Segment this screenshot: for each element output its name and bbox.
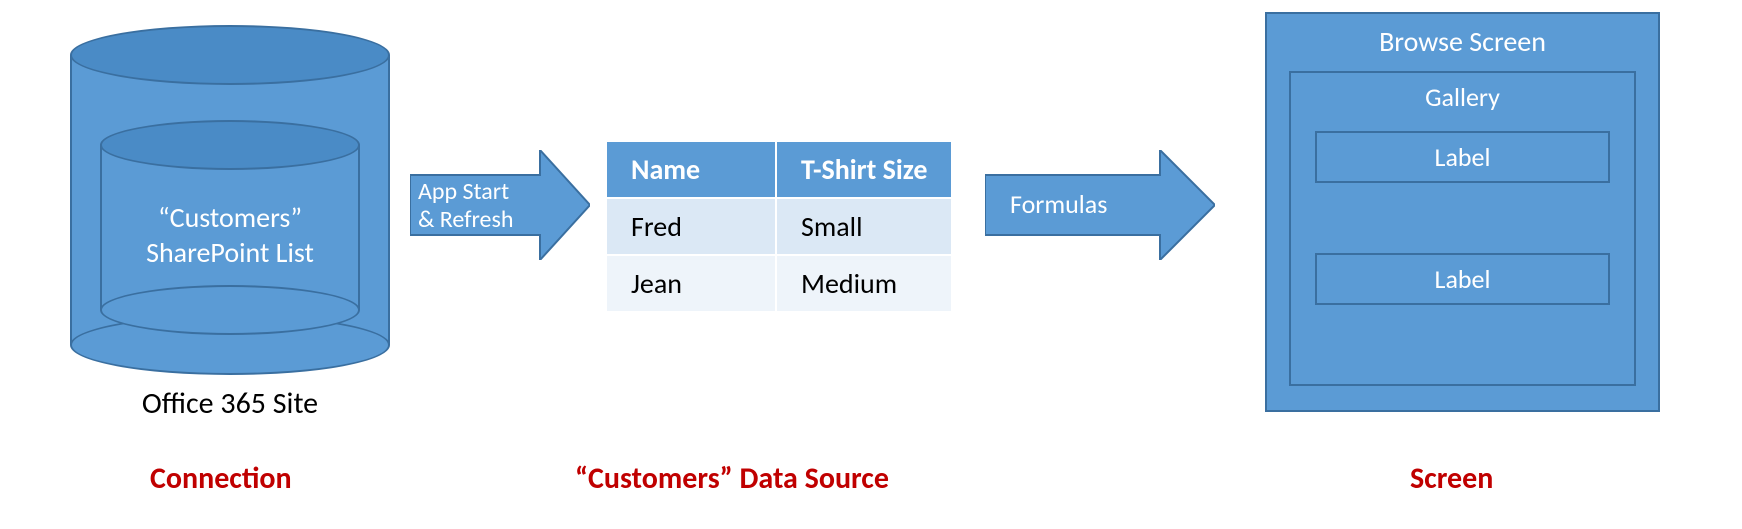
gallery-label-box: Label bbox=[1315, 253, 1610, 305]
arrow-formulas: Formulas bbox=[985, 150, 1215, 260]
gallery-label-text: Label bbox=[1435, 263, 1491, 295]
arrow2-label: Formulas bbox=[1010, 190, 1175, 220]
table-row: Fred Small bbox=[606, 198, 952, 255]
cell-name: Jean bbox=[606, 255, 776, 312]
browse-screen-box: Browse Screen Gallery Label Label bbox=[1265, 12, 1660, 412]
sharepoint-list-cylinder: “Customers” SharePoint List bbox=[100, 120, 360, 335]
cell-size: Medium bbox=[776, 255, 952, 312]
table-row: Jean Medium bbox=[606, 255, 952, 312]
sharepoint-list-label-line2: SharePoint List bbox=[146, 235, 314, 270]
section-caption-connection: Connection bbox=[150, 460, 292, 497]
arrow1-label: App Start & Refresh bbox=[418, 178, 550, 233]
arrow-app-start-refresh: App Start & Refresh bbox=[410, 150, 590, 260]
office365-site-caption: Office 365 Site bbox=[70, 385, 390, 422]
gallery-box: Gallery Label Label bbox=[1289, 71, 1636, 386]
browse-screen-title: Browse Screen bbox=[1267, 14, 1658, 65]
col-header-size: T-Shirt Size bbox=[776, 141, 952, 198]
diagram-stage: “Customers” SharePoint List Office 365 S… bbox=[0, 0, 1742, 529]
arrow1-label-line1: App Start bbox=[418, 177, 509, 206]
sharepoint-list-label-line1: “Customers” bbox=[158, 200, 302, 235]
sharepoint-list-label: “Customers” SharePoint List bbox=[100, 200, 360, 270]
arrow1-label-line2: & Refresh bbox=[418, 205, 513, 234]
section-caption-screen: Screen bbox=[1410, 460, 1493, 497]
gallery-label-box: Label bbox=[1315, 131, 1610, 183]
table-header-row: Name T-Shirt Size bbox=[606, 141, 952, 198]
cell-size: Small bbox=[776, 198, 952, 255]
gallery-label-text: Label bbox=[1435, 141, 1491, 173]
customers-data-table: Name T-Shirt Size Fred Small Jean Medium bbox=[605, 140, 953, 313]
col-header-name: Name bbox=[606, 141, 776, 198]
cell-name: Fred bbox=[606, 198, 776, 255]
office365-site-database: “Customers” SharePoint List bbox=[70, 25, 390, 375]
gallery-title: Gallery bbox=[1291, 73, 1634, 119]
section-caption-datasource: “Customers” Data Source bbox=[575, 460, 889, 497]
